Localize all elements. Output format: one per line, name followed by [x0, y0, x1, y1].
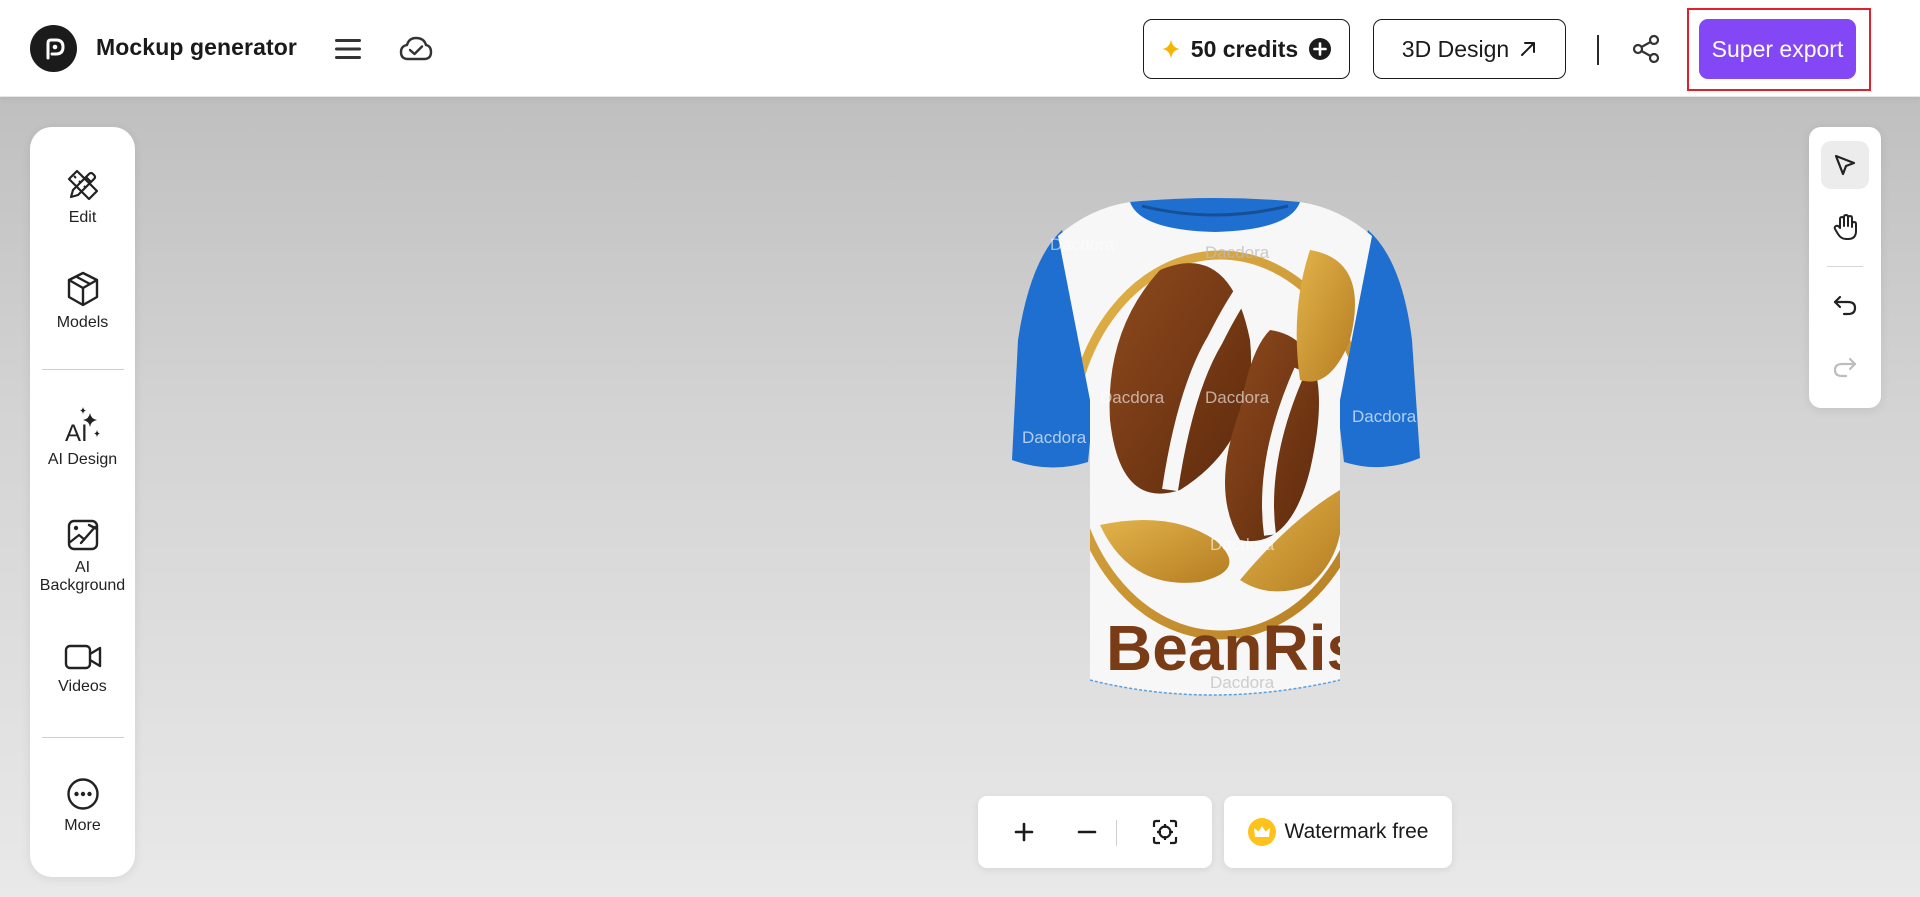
sidebar-label-ai-design: AI Design [47, 451, 118, 468]
tshirt-graphic: Dacdora Dacdora Dacdora Dacdora Dacdora … [1012, 198, 1420, 696]
watermark-text: Dacdora [1210, 535, 1275, 554]
undo-icon [1833, 295, 1857, 316]
3d-design-button[interactable]: 3D Design [1373, 19, 1566, 79]
sidebar-item-ai-design[interactable]: AI AI Design [30, 405, 135, 469]
undo-button[interactable] [1821, 281, 1869, 329]
super-export-label: Super export [1711, 35, 1844, 62]
sidebar-item-more[interactable]: More [30, 777, 135, 835]
pencil-ruler-icon [67, 169, 98, 201]
sidebar-item-models[interactable]: Models [30, 270, 135, 332]
top-header: Mockup generator 50 credits 3D Design Su… [0, 0, 1920, 97]
minus-icon [1077, 830, 1097, 834]
tshirt-mockup[interactable]: Dacdora Dacdora Dacdora Dacdora Dacdora … [1010, 190, 1430, 720]
header-divider [1597, 35, 1599, 65]
crown-icon [1247, 818, 1276, 846]
app-title: Mockup generator [96, 34, 297, 60]
3d-design-label: 3D Design [1401, 35, 1510, 62]
zoom-in-button[interactable] [1000, 808, 1048, 856]
sidebar-item-videos[interactable]: Videos [30, 642, 135, 696]
sidebar-label-edit: Edit [68, 209, 97, 226]
star-icon [1161, 39, 1180, 59]
fit-view-button[interactable] [1141, 808, 1189, 856]
sidebar-label-more: More [64, 817, 101, 834]
shirt-print-text: BeanRis [1106, 612, 1362, 684]
svg-text:AI: AI [65, 420, 88, 445]
add-circle-icon [1309, 38, 1332, 60]
super-export-button[interactable]: Super export [1699, 19, 1856, 79]
video-icon [64, 644, 101, 670]
cloud-saved-icon[interactable] [397, 30, 435, 68]
redo-icon [1833, 357, 1857, 378]
right-toolbar [1809, 127, 1881, 408]
zoom-divider [1116, 820, 1117, 846]
watermark-text: Dacdora [1205, 243, 1270, 262]
plus-icon [1014, 822, 1034, 842]
zoom-controls [978, 796, 1212, 868]
image-edit-icon [67, 519, 98, 551]
logo-mark-icon [46, 38, 65, 59]
menu-icon[interactable] [329, 30, 367, 68]
select-pointer-icon [1834, 154, 1856, 176]
watermark-free-button[interactable]: Watermark free [1224, 796, 1452, 868]
watermark-text: Dacdora [1100, 388, 1165, 407]
watermark-text: Dacdora [1050, 235, 1115, 254]
focus-target-icon [1152, 819, 1178, 845]
left-sidebar: Edit Models AI AI Design AI Background V… [30, 127, 135, 877]
external-arrow-icon [1521, 42, 1536, 56]
sidebar-item-ai-background[interactable]: AI Background [30, 517, 135, 595]
zoom-out-button[interactable] [1063, 808, 1111, 856]
credits-label: 50 credits [1190, 35, 1299, 62]
select-tool-button[interactable] [1821, 141, 1869, 189]
sidebar-label-videos: Videos [58, 678, 107, 695]
credits-button[interactable]: 50 credits [1143, 19, 1350, 79]
watermark-free-label: Watermark free [1284, 820, 1429, 843]
sidebar-label-ai-background: AI Background [39, 559, 126, 594]
app-logo[interactable] [30, 25, 77, 72]
share-icon[interactable] [1627, 30, 1665, 68]
sidebar-item-edit[interactable]: Edit [30, 167, 135, 227]
hand-tool-button[interactable] [1821, 203, 1869, 251]
toolbar-divider [1827, 266, 1863, 267]
sidebar-divider [42, 737, 124, 738]
watermark-text: Dacdora [1205, 388, 1270, 407]
sidebar-label-models: Models [56, 314, 109, 331]
more-icon [66, 778, 99, 810]
ai-sparkle-icon: AI [65, 407, 100, 445]
cube-icon [67, 271, 98, 307]
watermark-text: Dacdora [1352, 407, 1417, 426]
hand-icon [1833, 214, 1857, 240]
watermark-text: Dacdora [1022, 428, 1087, 447]
redo-button[interactable] [1821, 343, 1869, 391]
sidebar-divider [42, 369, 124, 370]
